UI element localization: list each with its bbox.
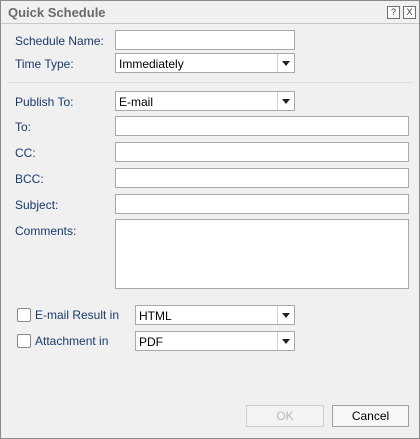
schedule-name-input[interactable] <box>115 30 295 50</box>
publish-to-select[interactable]: E-mail <box>115 91 295 111</box>
email-result-select[interactable]: HTML <box>135 305 295 325</box>
cc-input[interactable] <box>115 142 409 162</box>
publish-to-label: Publish To: <box>15 95 74 109</box>
subject-input[interactable] <box>115 194 409 214</box>
cancel-button[interactable]: Cancel <box>332 405 409 427</box>
bcc-input[interactable] <box>115 168 409 188</box>
ok-button[interactable]: OK <box>246 405 324 427</box>
dialog-title: Quick Schedule <box>8 5 106 20</box>
publish-to-value: E-mail <box>119 95 154 109</box>
divider <box>7 82 413 83</box>
chevron-down-icon[interactable] <box>277 54 294 72</box>
time-type-value: Immediately <box>119 57 184 71</box>
email-result-value: HTML <box>139 309 172 323</box>
chevron-down-icon[interactable] <box>277 92 294 110</box>
attachment-value: PDF <box>139 335 163 349</box>
email-result-label: E-mail Result in <box>35 308 120 322</box>
quick-schedule-dialog: Quick Schedule ? X Schedule Name: Time T… <box>0 0 420 439</box>
to-input[interactable] <box>115 116 409 136</box>
schedule-name-label: Schedule Name: <box>15 34 104 48</box>
attachment-label: Attachment in <box>35 334 109 348</box>
cc-label: CC: <box>15 146 36 160</box>
help-icon[interactable]: ? <box>387 6 400 19</box>
attachment-checkbox[interactable] <box>17 334 31 348</box>
comments-label: Comments: <box>15 224 77 238</box>
subject-label: Subject: <box>15 198 59 212</box>
time-type-label: Time Type: <box>15 57 74 71</box>
bcc-label: BCC: <box>15 172 44 186</box>
to-label: To: <box>15 120 32 134</box>
time-type-select[interactable]: Immediately <box>115 53 295 73</box>
comments-textarea[interactable] <box>115 219 409 289</box>
attachment-select[interactable]: PDF <box>135 331 295 351</box>
title-bar: Quick Schedule ? X <box>1 1 419 24</box>
chevron-down-icon[interactable] <box>277 332 294 350</box>
close-icon[interactable]: X <box>403 6 416 19</box>
email-result-checkbox[interactable] <box>17 308 31 322</box>
chevron-down-icon[interactable] <box>277 306 294 324</box>
